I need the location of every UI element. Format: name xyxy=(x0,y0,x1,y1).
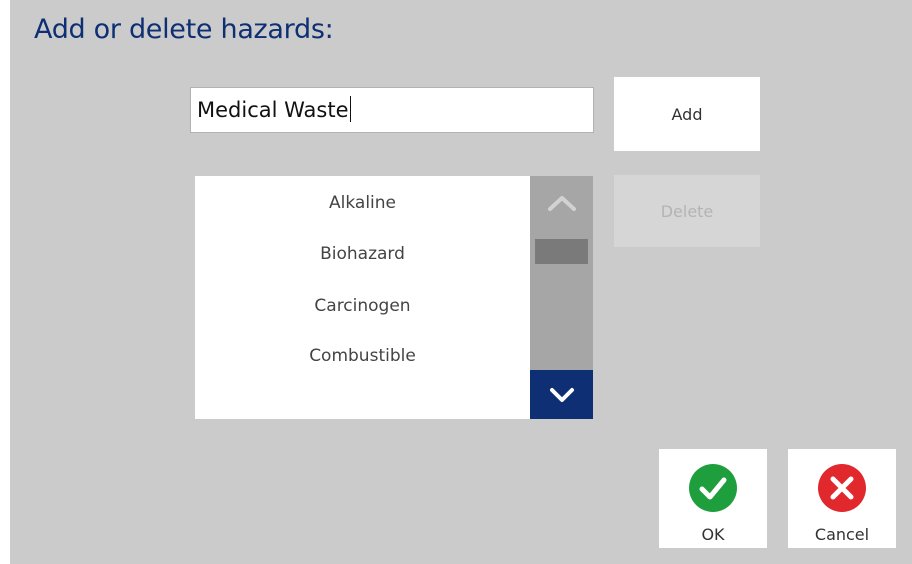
cancel-button[interactable]: Cancel xyxy=(788,449,896,548)
list-item-label: Biohazard xyxy=(320,244,405,264)
list-item-label: Carcinogen xyxy=(314,296,411,316)
add-button[interactable]: Add xyxy=(614,77,760,151)
ok-button-label: OK xyxy=(701,525,725,544)
list-item[interactable]: Alkaline xyxy=(195,193,530,213)
add-delete-hazards-dialog: Add or delete hazards: Medical Waste Add… xyxy=(10,0,912,564)
chevron-down-icon xyxy=(549,387,574,402)
hazard-name-input[interactable]: Medical Waste xyxy=(190,87,594,133)
ok-button[interactable]: OK xyxy=(659,449,767,548)
check-circle-icon xyxy=(689,464,737,512)
scroll-down-button[interactable] xyxy=(530,370,593,419)
chevron-up-icon xyxy=(547,196,576,211)
list-scrollbar[interactable] xyxy=(530,176,593,419)
dialog-title: Add or delete hazards: xyxy=(34,14,334,45)
list-item-label: Alkaline xyxy=(329,193,396,213)
list-item[interactable]: Biohazard xyxy=(195,244,530,264)
hazard-list[interactable]: Alkaline Biohazard Carcinogen Combustibl… xyxy=(195,176,530,419)
list-item-label: Combustible xyxy=(309,346,416,366)
add-button-label: Add xyxy=(671,104,703,124)
delete-button[interactable]: Delete xyxy=(614,175,760,247)
scroll-thumb[interactable] xyxy=(535,239,588,264)
cancel-button-label: Cancel xyxy=(814,525,870,544)
list-item[interactable]: Combustible xyxy=(195,346,530,366)
hazard-name-value: Medical Waste xyxy=(197,98,349,122)
x-circle-icon xyxy=(818,464,866,512)
list-item[interactable]: Carcinogen xyxy=(195,296,530,316)
delete-button-label: Delete xyxy=(660,201,714,221)
text-caret xyxy=(349,96,351,122)
scroll-up-button[interactable] xyxy=(530,176,593,230)
